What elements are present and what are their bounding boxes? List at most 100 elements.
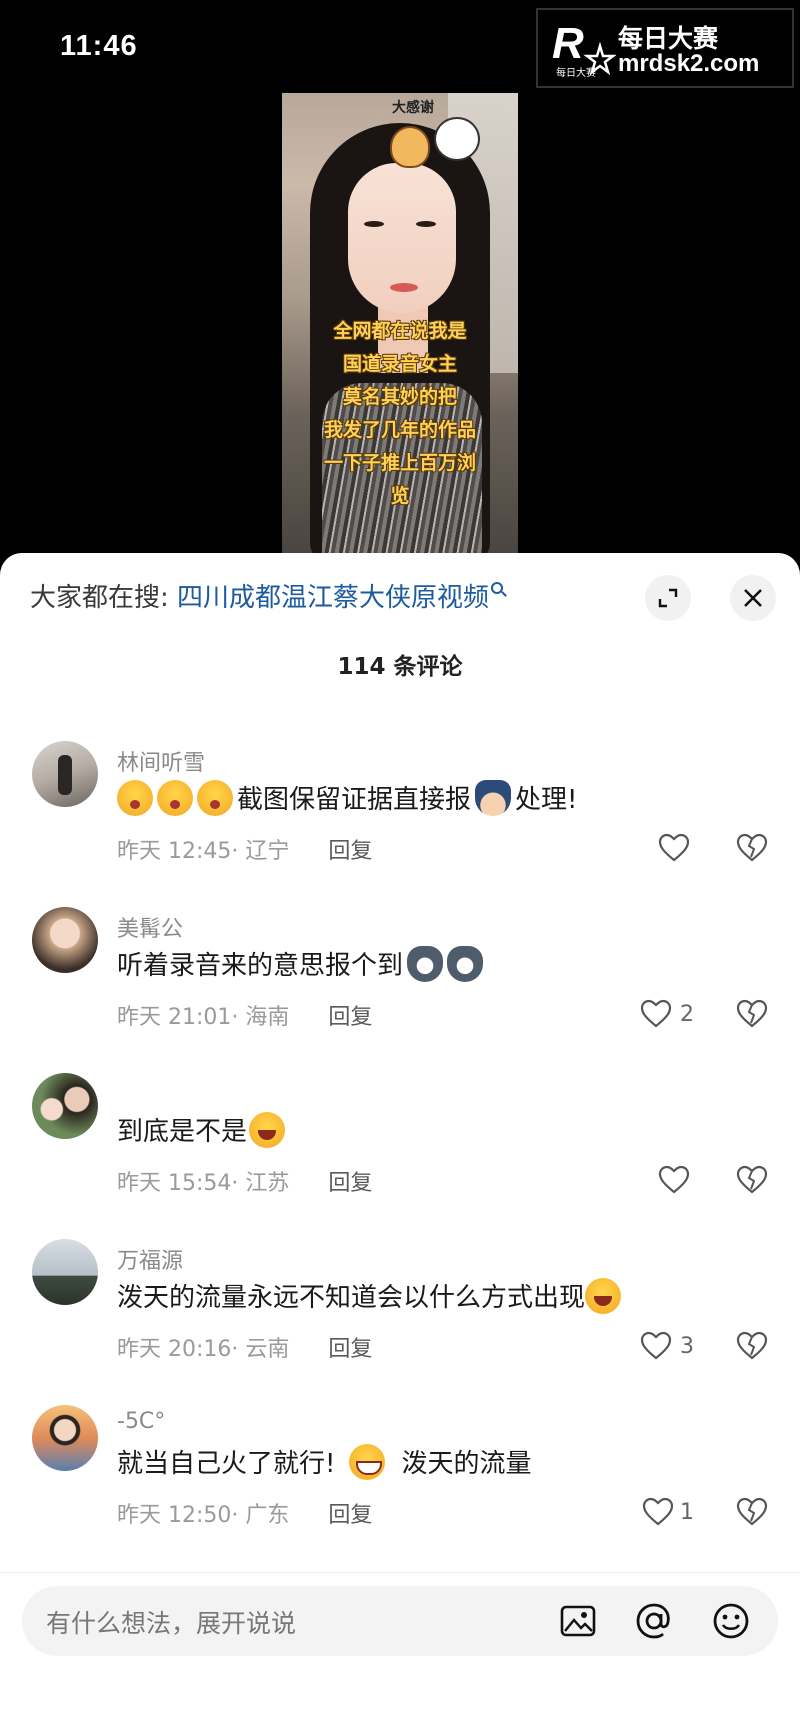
reply-button[interactable]: 回复 xyxy=(328,1005,372,1030)
heart-icon xyxy=(642,1497,674,1526)
avatar[interactable] xyxy=(32,1239,98,1305)
close-icon xyxy=(744,589,762,607)
broken-heart-icon[interactable] xyxy=(736,833,768,863)
like-count: 3 xyxy=(680,1333,694,1359)
avatar[interactable] xyxy=(32,1405,98,1471)
comment-input-placeholder: 有什么想法，展开说说 xyxy=(46,1609,297,1638)
comment-item: -5C° 就当自己火了就行! 泼天的流量 昨天 12:50· 广东 回复 1 xyxy=(0,1405,800,1555)
heart-icon xyxy=(658,1165,690,1194)
comment-location: 江苏 xyxy=(245,1171,290,1196)
yawn-emoji-icon xyxy=(117,779,153,816)
comment-location: 辽宁 xyxy=(245,839,290,864)
username[interactable]: -5C° xyxy=(117,1409,165,1434)
svg-text:R: R xyxy=(552,19,584,68)
trending-search-prefix: 大家都在搜: xyxy=(30,583,169,613)
comment-text-body: 截图保留证据直接报 xyxy=(237,785,472,815)
comment-text-body: 到底是不是 xyxy=(117,1117,248,1147)
video-lips xyxy=(390,283,418,292)
trending-search[interactable]: 大家都在搜: 四川成都温江蔡大侠原视频 xyxy=(30,577,504,614)
reply-button[interactable]: 回复 xyxy=(328,839,372,864)
username[interactable]: 美髯公 xyxy=(117,911,183,943)
comment-time: 昨天 21:01 xyxy=(117,1005,232,1030)
comment-text-tail: 处理! xyxy=(515,785,578,815)
reply-button[interactable]: 回复 xyxy=(328,1337,372,1362)
username[interactable]: 万福源 xyxy=(117,1243,183,1275)
comment-item: 林间听雪 截图保留证据直接报 处理! 昨天 12:45· 辽宁 回复 xyxy=(0,741,800,891)
comment-meta: 昨天 12:50· 广东 回复 xyxy=(117,1503,373,1528)
comment-meta: 昨天 12:45· 辽宁 回复 xyxy=(117,839,373,864)
comment-meta: 昨天 21:01· 海南 回复 xyxy=(117,1005,373,1030)
husky-emoji-icon xyxy=(447,945,484,982)
like-button[interactable]: 1 xyxy=(642,1497,694,1527)
comment-text-body: 听着录音来的意思报个到 xyxy=(117,951,404,981)
comment-input[interactable]: 有什么想法，展开说说 xyxy=(22,1586,778,1656)
crying-emoji-icon xyxy=(585,1277,622,1314)
svg-text:每日大赛: 每日大赛 xyxy=(556,66,596,79)
image-icon[interactable] xyxy=(557,1600,599,1642)
like-count: 1 xyxy=(680,1499,694,1525)
comment-time: 昨天 12:50 xyxy=(117,1503,232,1528)
video-caption-line: 一下子推上百万浏 xyxy=(323,452,476,474)
video-caption-line: 全网都在说我是 xyxy=(333,320,467,342)
comment-time: 昨天 20:16 xyxy=(117,1337,232,1362)
broken-heart-icon[interactable] xyxy=(736,1165,768,1195)
police-emoji-icon xyxy=(475,779,512,816)
comment-text: 就当自己火了就行! 泼天的流量 xyxy=(117,1443,531,1480)
video-caption-line: 我发了几年的作品 xyxy=(323,419,476,441)
watermark-logo: R 每日大赛 xyxy=(552,19,616,79)
divider xyxy=(0,1572,800,1573)
status-time: 11:46 xyxy=(60,30,138,62)
comment-text: 听着录音来的意思报个到 xyxy=(117,945,487,982)
video-caption-line: 莫名其妙的把 xyxy=(342,386,457,408)
emoji-icon[interactable] xyxy=(710,1600,752,1642)
reply-button[interactable]: 回复 xyxy=(328,1503,372,1528)
video-bear-sticker-2 xyxy=(434,117,480,161)
comment-meta: 昨天 15:54· 江苏 回复 xyxy=(117,1171,373,1196)
comment-text-body: 泼天的流量永远不知道会以什么方式出现 xyxy=(117,1283,586,1313)
comment-text-tail: 泼天的流量 xyxy=(401,1449,532,1479)
like-count: 2 xyxy=(680,1001,694,1027)
like-button[interactable]: 2 xyxy=(640,999,694,1029)
grin-emoji-icon xyxy=(349,1443,386,1480)
video-caption-line: 览 xyxy=(390,485,410,507)
heart-icon xyxy=(658,833,690,862)
reply-button[interactable]: 回复 xyxy=(328,1171,372,1196)
username[interactable]: 林间听雪 xyxy=(117,745,205,777)
heart-icon xyxy=(640,1331,672,1360)
at-icon[interactable] xyxy=(633,1600,675,1642)
comment-text-body: 就当自己火了就行! xyxy=(117,1449,336,1479)
broken-heart-icon[interactable] xyxy=(736,1331,768,1361)
comment-item: 美髯公 听着录音来的意思报个到 昨天 21:01· 海南 回复 2 xyxy=(0,907,800,1057)
husky-emoji-icon xyxy=(407,945,444,982)
yawn-emoji-icon xyxy=(157,779,193,816)
broken-heart-icon[interactable] xyxy=(736,1497,768,1527)
like-button[interactable] xyxy=(658,833,690,863)
yawn-emoji-icon xyxy=(197,779,233,816)
comment-count: 114 条评论 xyxy=(337,654,463,680)
heart-icon xyxy=(640,999,672,1028)
video-player[interactable]: 大感谢 全网都在说我是 国道录音女主 莫名其妙的把 我发了几年的作品 一下子推上… xyxy=(282,93,518,553)
video-eye-left xyxy=(364,221,384,227)
video-bear-sticker xyxy=(390,126,430,168)
watermark-url: mrdsk2.com xyxy=(618,50,760,77)
video-caption-line: 国道录音女主 xyxy=(342,353,457,375)
like-button[interactable] xyxy=(658,1165,690,1195)
comment-location: 云南 xyxy=(245,1337,290,1362)
expand-button[interactable] xyxy=(645,575,691,621)
comment-location: 海南 xyxy=(245,1005,290,1030)
watermark: R 每日大赛 每日大赛 mrdsk2.com xyxy=(536,8,794,88)
close-button[interactable] xyxy=(730,575,776,621)
video-eye-right xyxy=(416,221,436,227)
comment-item: 万福源 泼天的流量永远不知道会以什么方式出现 昨天 20:16· 云南 回复 3 xyxy=(0,1239,800,1389)
avatar[interactable] xyxy=(32,741,98,807)
comment-text: 截图保留证据直接报 处理! xyxy=(117,779,577,816)
avatar[interactable] xyxy=(32,907,98,973)
comment-time: 昨天 15:54 xyxy=(117,1171,232,1196)
avatar[interactable] xyxy=(32,1073,98,1139)
broken-heart-icon[interactable] xyxy=(736,999,768,1029)
trending-search-term[interactable]: 四川成都温江蔡大侠原视频 xyxy=(177,583,489,613)
expand-icon xyxy=(658,588,678,608)
video-caption: 全网都在说我是 国道录音女主 莫名其妙的把 我发了几年的作品 一下子推上百万浏 … xyxy=(282,315,518,513)
like-button[interactable]: 3 xyxy=(640,1331,694,1361)
video-sticker-label: 大感谢 xyxy=(392,100,434,116)
